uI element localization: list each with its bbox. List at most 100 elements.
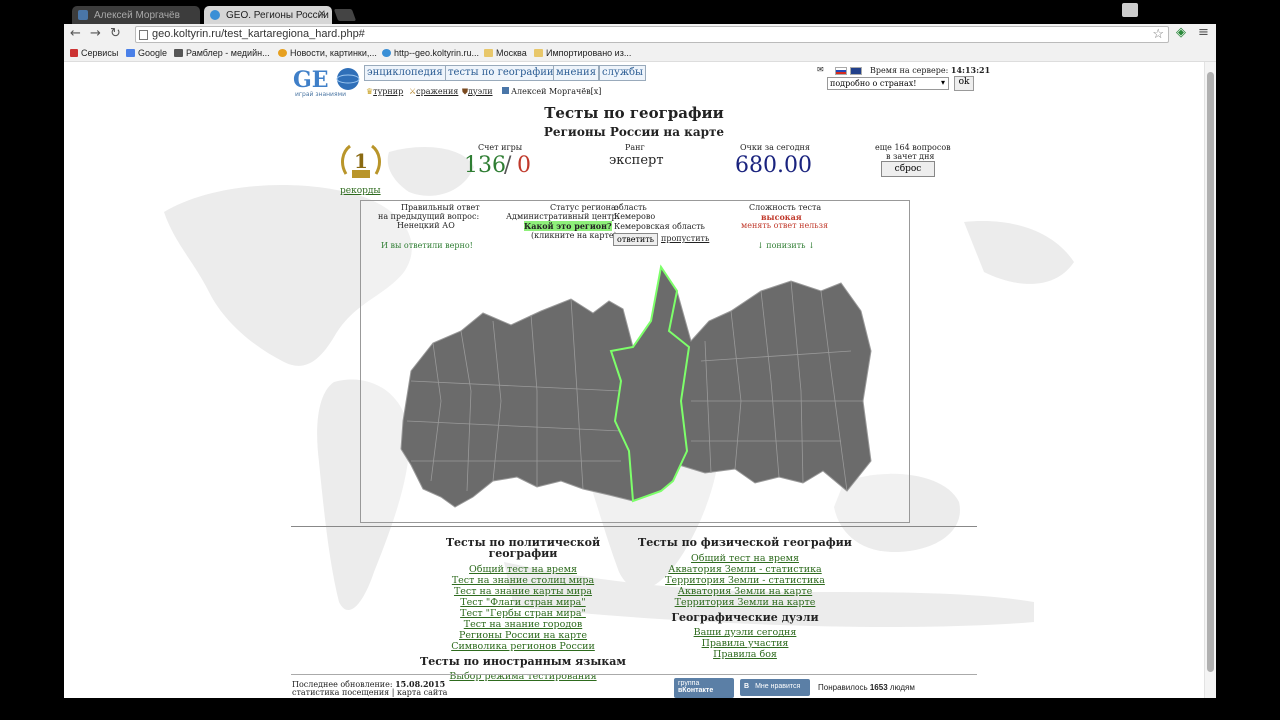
news-icon [278,49,287,57]
duels-title: Географические дуэли [671,611,819,624]
status-label: Статус региона: [550,203,619,212]
link-physical-2[interactable]: Территория Земли - статистика [638,575,852,586]
bookmark-news[interactable]: Новости, картинки,... [278,48,377,58]
server-time-value: 14:13:21 [950,65,991,75]
battles-link[interactable]: ⚔сражения [409,87,458,96]
english-flag-icon[interactable] [850,67,862,75]
bookmark-geo[interactable]: http--geo.koltyrin.ru... [382,48,479,58]
remaining-questions-note: в зачет дня [886,152,935,161]
bookmark-label: Google [138,48,168,58]
info-select[interactable]: подробно о странах! ▾ [827,77,949,90]
ok-button[interactable]: ok [954,76,974,91]
page-icon [139,30,148,40]
bookmark-label: Новости, картинки,... [290,48,377,58]
link-political-0[interactable]: Общий тест на время [410,564,636,575]
points-label: Очки за сегодня [740,143,810,152]
folder-icon [484,49,493,57]
vk-icon: В [744,683,750,690]
likes-prefix: Понравилось [818,683,868,692]
nav-encyclopedia[interactable]: энциклопедия [364,65,446,81]
link-political-4[interactable]: Тест "Гербы стран мира" [410,608,636,619]
center-label: Административный центр: [506,212,620,221]
link-political-3[interactable]: Тест "Флаги стран мира" [410,597,636,608]
sitemap-link[interactable]: карта сайта [397,688,447,697]
select-value: подробно о странах! [830,79,917,88]
link-label: Алексей Моргачёв[x] [511,87,602,96]
server-time-label: Время на сервере: [870,66,949,75]
geo-logo[interactable]: GE играй знаниями [291,66,361,98]
scrollbar-thumb[interactable] [1207,72,1214,672]
physical-tests: Тесты по физической географии Общий тест… [638,537,852,660]
link-label: турнир [373,87,404,96]
bookmark-star-icon[interactable]: ☆ [1152,26,1164,42]
visit-stats-link[interactable]: статистика посещения [292,688,389,697]
reload-icon[interactable]: ↻ [110,26,121,41]
nav-services[interactable]: службы [599,65,647,81]
bookmark-rambler[interactable]: Рамблер - медийн... [174,48,270,58]
score-wrong: 0 [517,153,531,178]
russia-regions-map[interactable] [371,251,901,521]
tournament-link[interactable]: ♛турнир [366,87,403,96]
tab-geo[interactable]: GEO. Регионы России (с) ✕ [204,6,332,24]
vk-like-button[interactable]: В Мне нравится [740,679,810,696]
link-political-1[interactable]: Тест на знание столиц мира [410,575,636,586]
answer-button[interactable]: ответить [613,233,659,246]
bookmark-google[interactable]: Google [126,48,167,58]
back-arrow-icon[interactable]: ← [70,26,81,41]
link-political-2[interactable]: Тест на знание карты мира [410,586,636,597]
mail-icon[interactable]: ✉ [817,65,824,74]
bookmark-label: Москва [496,48,527,58]
forward-arrow-icon[interactable]: → [90,26,101,41]
bookmark-label: Рамблер - медийн... [186,48,270,58]
skip-link[interactable]: пропустить [661,234,709,243]
link-political-6[interactable]: Регионы России на карте [410,630,636,641]
likes-count: Понравилось 1653 людям [818,683,915,692]
user-menu-icon[interactable] [1122,3,1138,17]
browser-toolbar: ← → ↻ geo.koltyrin.ru/test_kartaregiona_… [64,24,1216,44]
bookmark-label: Сервисы [81,48,119,58]
new-tab-button[interactable] [333,9,357,21]
answer-value: Кемеровская область [614,222,705,231]
duels-link[interactable]: ⛊дуэли [462,87,493,97]
bookmark-label: Импортировано из... [546,48,632,58]
link-duels-2[interactable]: Правила боя [638,649,852,660]
apps-icon [70,49,78,57]
vk-group-label: группа [678,680,700,687]
close-tab-icon[interactable]: ✕ [318,9,326,20]
link-physical-0[interactable]: Общий тест на время [638,553,852,564]
vertical-scrollbar[interactable] [1204,62,1216,698]
nav-opinions[interactable]: мнения [553,65,599,81]
political-title: Тесты по политической географии [445,536,601,560]
link-political-7[interactable]: Символика регионов России [410,641,636,652]
lower-difficulty-link[interactable]: ↓ понизить ↓ [757,241,815,250]
user-link[interactable]: Алексей Моргачёв[x] [502,87,601,96]
chevron-down-icon: ▾ [940,78,945,87]
extension-icon[interactable]: ◈ [1176,25,1186,40]
nav-geography-tests[interactable]: тесты по географии [445,65,557,81]
tab-vk[interactable]: Алексей Моргачёв [72,6,200,24]
score-label: Счет игры [478,143,523,152]
bookmark-services[interactable]: Сервисы [70,48,118,58]
russian-flag-icon[interactable] [835,67,847,75]
link-physical-3[interactable]: Акватория Земли на карте [638,586,852,597]
link-duels-0[interactable]: Ваши дуэли сегодня [638,627,852,638]
server-time: Время на сервере: 14:13:21 [870,65,990,75]
rank-value: эксперт [609,153,664,168]
browser-window: Алексей Моргачёв GEO. Регионы России (с)… [64,0,1216,698]
physical-title: Тесты по физической географии [638,536,852,549]
records-link[interactable]: рекорды [340,186,381,196]
menu-icon[interactable]: ≡ [1198,25,1209,40]
page-subtitle: Регионы России на карте [543,125,725,139]
divider [291,526,977,527]
address-bar[interactable]: geo.koltyrin.ru/test_kartaregiona_hard.p… [135,26,1169,43]
bookmark-imported[interactable]: Импортировано из... [534,48,631,58]
link-physical-1[interactable]: Акватория Земли - статистика [638,564,852,575]
link-physical-4[interactable]: Территория Земли на карте [638,597,852,608]
globe-favicon-icon [210,10,220,20]
vk-like-label: Мне нравится [755,683,801,690]
reset-button[interactable]: сброс [881,161,935,177]
vk-group-button[interactable]: группа вКонтакте [674,678,734,698]
bookmark-moscow[interactable]: Москва [484,48,527,58]
link-political-5[interactable]: Тест на знание городов [410,619,636,630]
link-duels-1[interactable]: Правила участия [638,638,852,649]
